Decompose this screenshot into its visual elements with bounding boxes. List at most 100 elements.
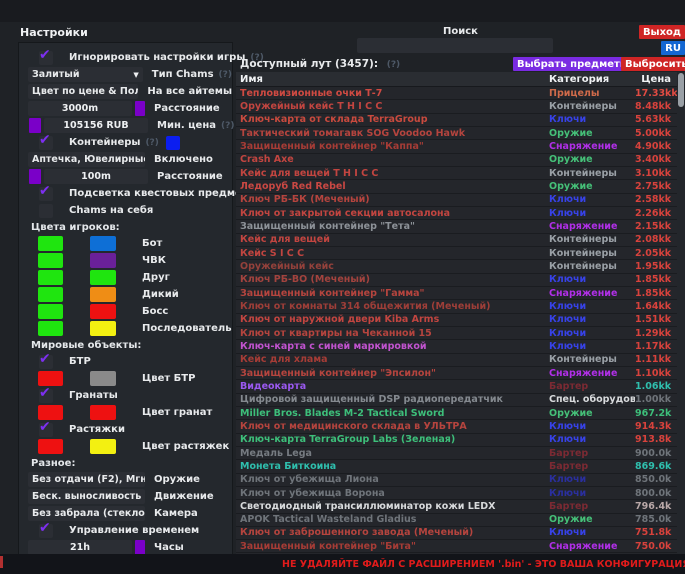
table-row[interactable]: Ключ от квартиры на Чеканной 15 Ключи 1.… [236, 327, 677, 340]
chams-type-dropdown[interactable]: Залитый ▼ [28, 67, 143, 82]
table-row[interactable]: Ключ от наружной двери Kiba Arms Ключи 1… [236, 314, 677, 327]
color-swatch[interactable] [90, 405, 116, 420]
containers-color-swatch[interactable] [166, 136, 180, 150]
help-icon[interactable]: (?) [219, 70, 232, 80]
search-input[interactable] [357, 38, 553, 53]
table-row[interactable]: Ключ от закрытой секции автосалона Ключи… [236, 207, 677, 220]
setting-grenades: ✔ Гранаты [28, 387, 232, 404]
btr-checkbox[interactable]: ✔ [39, 355, 53, 369]
distance-color-swatch[interactable] [135, 101, 145, 116]
scrollbar-thumb[interactable] [678, 73, 684, 107]
ignore-game-checkbox[interactable]: ✔ [39, 51, 53, 65]
loot-table-body: Тепловизионные очки Т-7 Прицелы 17.33kk … [236, 87, 677, 554]
color-swatch[interactable] [38, 236, 63, 251]
color-swatch[interactable] [90, 236, 116, 251]
color-swatch[interactable] [38, 253, 63, 268]
table-row[interactable]: Ледоруб Red Rebel Оружие 2.75kk [236, 180, 677, 193]
help-icon[interactable]: (?) [145, 138, 158, 148]
table-row[interactable]: Ключ-карта TerraGroup Labs (Зеленая) Клю… [236, 434, 677, 447]
color-swatch[interactable] [90, 253, 116, 268]
table-row[interactable]: Ключ от убежища Лиона Ключи 850.0k [236, 474, 677, 487]
help-icon[interactable]: (?) [221, 121, 234, 131]
column-header-category[interactable]: Категория [549, 74, 635, 85]
color-swatch[interactable] [90, 371, 116, 386]
table-row[interactable]: Защищенный контейнер "Бита" Снаряжение 7… [236, 540, 677, 553]
table-row[interactable]: APOK Tactical Wasteland Gladius Оружие 7… [236, 514, 677, 527]
table-row[interactable]: Оружейный кейс Контейнеры 1.95kk [236, 260, 677, 273]
table-row[interactable]: Кейс S I C C Контейнеры 2.05kk [236, 247, 677, 260]
item-category: Ключи [549, 314, 635, 325]
color-swatch[interactable] [38, 304, 63, 319]
color-swatch[interactable] [38, 287, 63, 302]
table-row[interactable]: Ключ от заброшенного завода (Меченый) Кл… [236, 527, 677, 540]
item-price: 869.6k [635, 461, 671, 472]
color-swatch[interactable] [90, 439, 116, 454]
table-row[interactable]: Ключ от комнаты 314 общежития (Меченый) … [236, 300, 677, 313]
table-row[interactable]: Ключ РБ-ВО (Меченый) Ключи 1.85kk [236, 274, 677, 287]
table-row[interactable]: Видеокарта Бартер 1.06kk [236, 380, 677, 393]
containers-checkbox[interactable]: ✔ [39, 136, 53, 150]
weapon-dropdown[interactable]: Без отдачи (F2), Мгновенное п ▼ [28, 472, 145, 487]
item-name: Ключ от убежища Ворона [236, 488, 549, 499]
help-icon[interactable]: (?) [387, 60, 400, 70]
table-row[interactable]: Защищенный контейнер "Тета" Снаряжение 2… [236, 220, 677, 233]
hours-color-swatch[interactable] [135, 540, 145, 555]
color-swatch[interactable] [90, 304, 116, 319]
meds-distance-input[interactable] [44, 169, 148, 184]
drop-all-button[interactable]: Выбросить все [621, 57, 685, 71]
item-price: 1.85kk [635, 274, 671, 285]
column-header-price[interactable]: Цена [635, 74, 671, 85]
table-row[interactable]: Ключ от медицинского склада в УЛЬТРА Клю… [236, 420, 677, 433]
movement-dropdown[interactable]: Беск. выносливость и нет уста ▼ [28, 489, 145, 504]
setting-distance: Расстояние [28, 100, 232, 117]
item-name: Ключ РБ-БК (Меченый) [236, 194, 549, 205]
color-swatch[interactable] [38, 270, 63, 285]
table-row[interactable]: Защищенный контейнер "Каппа" Снаряжение … [236, 140, 677, 153]
language-button[interactable]: RU [661, 41, 685, 55]
item-price: 914.3k [635, 421, 671, 432]
tripwires-checkbox[interactable]: ✔ [39, 423, 53, 437]
table-row[interactable]: Кейс для вещей T H I C C Контейнеры 3.10… [236, 167, 677, 180]
column-header-name[interactable]: Имя [236, 74, 549, 85]
table-row[interactable]: Ключ-карта от склада TerraGroup Ключи 5.… [236, 114, 677, 127]
all-items-dropdown[interactable]: Цвет по цене & Пользователь ▼ [28, 84, 138, 99]
table-row[interactable]: Защищенный контейнер "Эпсилон" Снаряжени… [236, 367, 677, 380]
exit-button[interactable]: Выход [639, 25, 685, 39]
hours-input[interactable] [28, 540, 132, 555]
time-control-checkbox[interactable]: ✔ [39, 524, 53, 538]
table-row[interactable]: Тепловизионные очки Т-7 Прицелы 17.33kk [236, 87, 677, 100]
item-name: Оружейный кейс T H I C C [236, 101, 549, 112]
table-row[interactable]: Цифровой защищенный DSP радиопередатчик … [236, 394, 677, 407]
table-row[interactable]: Оружейный кейс T H I C C Контейнеры 8.48… [236, 100, 677, 113]
table-row[interactable]: Crash Axe Оружие 3.40kk [236, 154, 677, 167]
color-swatch[interactable] [38, 439, 63, 454]
color-swatch[interactable] [90, 287, 116, 302]
table-row[interactable]: Miller Bros. Blades M-2 Tactical Sword О… [236, 407, 677, 420]
meds-dropdown[interactable]: Аптечка, Ювелирные и... ▼ [28, 152, 145, 167]
table-row[interactable]: Ключ-карта с синей маркировкой Ключи 1.1… [236, 340, 677, 353]
table-row[interactable]: Монета Биткоина Бартер 869.6k [236, 460, 677, 473]
table-row[interactable]: Кейс для вещей Контейнеры 2.08kk [236, 234, 677, 247]
item-name: Кейс S I C C [236, 248, 549, 259]
item-price: 796.4k [635, 501, 671, 512]
item-category: Ключи [549, 114, 635, 125]
color-swatch[interactable] [90, 321, 116, 336]
color-swatch[interactable] [90, 270, 116, 285]
grenades-checkbox[interactable]: ✔ [39, 389, 53, 403]
table-row[interactable]: Кейс для хлама Контейнеры 1.11kk [236, 354, 677, 367]
item-name: Защищенный контейнер "Эпсилон" [236, 368, 549, 379]
player-colors-section-title: Цвета игроков: [28, 219, 232, 235]
color-swatch[interactable] [38, 321, 63, 336]
item-category: Бартер [549, 381, 635, 392]
quest-items-checkbox[interactable]: ✔ [39, 187, 53, 201]
table-row[interactable]: Ключ от убежища Ворона Ключи 800.0k [236, 487, 677, 500]
table-row[interactable]: Ключ РБ-БК (Меченый) Ключи 2.58kk [236, 194, 677, 207]
table-row[interactable]: Тактический томагавк SOG Voodoo Hawk Ору… [236, 127, 677, 140]
table-row[interactable]: Светодиодный трансиллюминатор кожи LEDX … [236, 500, 677, 513]
table-row[interactable]: Медаль Lega Бартер 900.0k [236, 447, 677, 460]
min-price-input[interactable] [44, 118, 148, 133]
table-row[interactable]: Защищенный контейнер "Гамма" Снаряжение … [236, 287, 677, 300]
distance-input[interactable] [28, 101, 132, 116]
table-scrollbar[interactable] [677, 72, 685, 554]
chams-self-checkbox[interactable] [39, 204, 53, 218]
